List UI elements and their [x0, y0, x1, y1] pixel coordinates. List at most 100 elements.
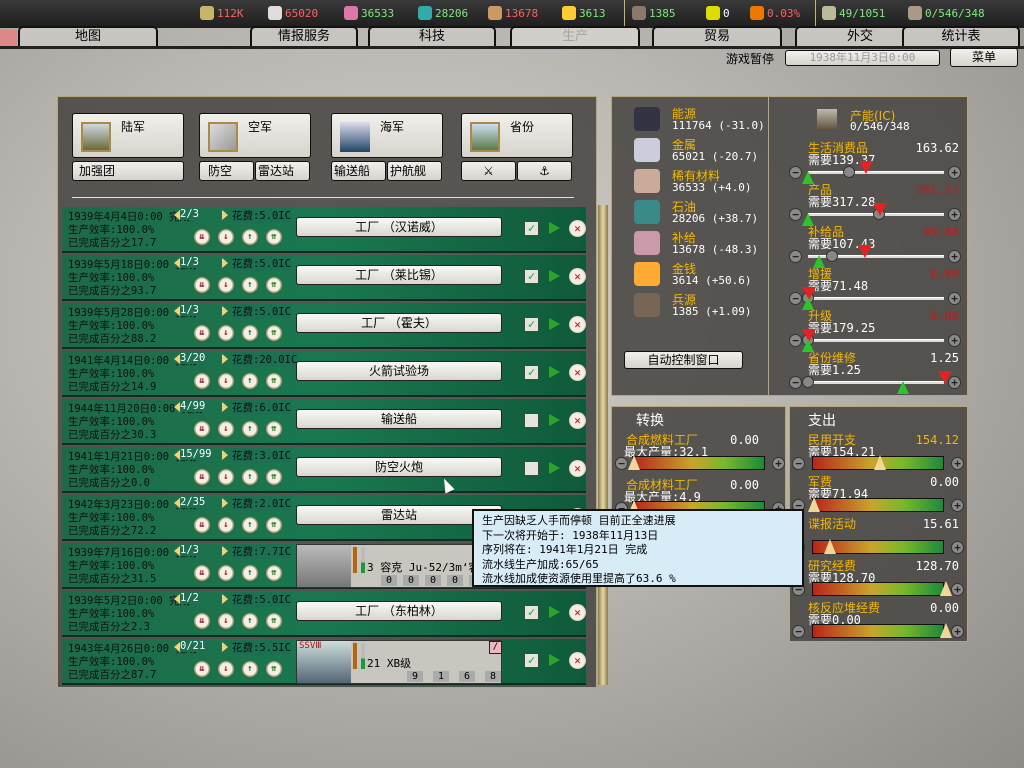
production-item-button[interactable]: 防空火炮 — [296, 457, 502, 477]
tab-4[interactable]: 贸易 — [652, 26, 782, 47]
navy-category-button[interactable]: 海军 — [331, 113, 443, 158]
plus-button[interactable]: + — [948, 292, 961, 305]
increase-arrow-icon[interactable] — [222, 402, 228, 412]
tab-0[interactable]: 地图 — [18, 26, 158, 47]
increase-arrow-icon[interactable] — [222, 210, 228, 220]
play-icon[interactable] — [549, 318, 560, 330]
increase-arrow-icon[interactable] — [222, 450, 228, 460]
repeat-checkbox[interactable] — [524, 413, 539, 428]
move-down-icon[interactable]: ↓ — [218, 661, 234, 677]
move-up-icon[interactable]: ↑ — [242, 325, 258, 341]
move-bottom-icon[interactable]: ⇊ — [194, 469, 210, 485]
cancel-icon[interactable]: ✕ — [569, 364, 586, 381]
move-down-icon[interactable]: ↓ — [218, 421, 234, 437]
aa-button[interactable]: 防空 — [199, 161, 254, 181]
slider-track[interactable] — [808, 381, 944, 384]
move-top-icon[interactable]: ⇈ — [266, 277, 282, 293]
move-up-icon[interactable]: ↑ — [242, 565, 258, 581]
play-icon[interactable] — [549, 270, 560, 282]
minus-button[interactable]: − — [789, 250, 802, 263]
production-item-button[interactable]: 输送船 — [296, 409, 502, 429]
move-top-icon[interactable]: ⇈ — [266, 421, 282, 437]
decrease-arrow-icon[interactable] — [174, 306, 180, 316]
slider-handle[interactable] — [802, 376, 814, 388]
spending-bar[interactable] — [812, 582, 944, 596]
decrease-arrow-icon[interactable] — [174, 594, 180, 604]
tab-2[interactable]: 科技 — [368, 26, 496, 47]
minus-button[interactable]: − — [789, 334, 802, 347]
move-up-icon[interactable]: ↑ — [242, 469, 258, 485]
cancel-icon[interactable]: ✕ — [569, 652, 586, 669]
move-top-icon[interactable]: ⇈ — [266, 661, 282, 677]
tab-1[interactable]: 情报服务 — [250, 26, 358, 47]
decrease-arrow-icon[interactable] — [174, 354, 180, 364]
increase-arrow-icon[interactable] — [222, 306, 228, 316]
decrease-arrow-icon[interactable] — [174, 450, 180, 460]
move-down-icon[interactable]: ↓ — [218, 229, 234, 245]
escort-button[interactable]: 护航舰 — [387, 161, 442, 181]
move-top-icon[interactable]: ⇈ — [266, 325, 282, 341]
production-item-button[interactable]: 工厂 （东柏林） — [296, 601, 502, 621]
unit-card[interactable]: SSVⅢ 21 XB级 9 1 6 8 / — [296, 640, 502, 684]
minus-button[interactable]: − — [615, 457, 628, 470]
move-top-icon[interactable]: ⇈ — [266, 373, 282, 389]
play-icon[interactable] — [549, 222, 560, 234]
move-down-icon[interactable]: ↓ — [218, 565, 234, 581]
move-bottom-icon[interactable]: ⇊ — [194, 373, 210, 389]
radar-button[interactable]: 雷达站 — [255, 161, 310, 181]
move-bottom-icon[interactable]: ⇊ — [194, 277, 210, 293]
move-up-icon[interactable]: ↑ — [242, 277, 258, 293]
play-icon[interactable] — [549, 414, 560, 426]
move-down-icon[interactable]: ↓ — [218, 469, 234, 485]
move-top-icon[interactable]: ⇈ — [266, 613, 282, 629]
cancel-icon[interactable]: ✕ — [569, 268, 586, 285]
decrease-arrow-icon[interactable] — [174, 210, 180, 220]
play-icon[interactable] — [549, 654, 560, 666]
spending-marker[interactable] — [874, 455, 886, 470]
auto-control-button[interactable]: 自动控制窗口 — [624, 351, 743, 369]
plus-button[interactable]: + — [951, 457, 964, 470]
queue-scrollbar[interactable] — [598, 205, 608, 685]
repeat-checkbox[interactable] — [524, 461, 539, 476]
play-icon[interactable] — [549, 462, 560, 474]
repeat-checkbox[interactable]: ✓ — [524, 221, 539, 236]
minus-button[interactable]: − — [789, 166, 802, 179]
move-up-icon[interactable]: ↑ — [242, 661, 258, 677]
plus-button[interactable]: + — [948, 334, 961, 347]
move-down-icon[interactable]: ↓ — [218, 517, 234, 533]
play-icon[interactable] — [549, 366, 560, 378]
brigade-button[interactable]: 加强团 — [72, 161, 184, 181]
cancel-icon[interactable]: ✕ — [569, 604, 586, 621]
move-bottom-icon[interactable]: ⇊ — [194, 325, 210, 341]
edit-icon[interactable]: / — [489, 641, 502, 654]
decrease-arrow-icon[interactable] — [174, 498, 180, 508]
increase-arrow-icon[interactable] — [222, 354, 228, 364]
tab-3[interactable]: 生产 — [510, 26, 640, 48]
decrease-arrow-icon[interactable] — [174, 546, 180, 556]
increase-arrow-icon[interactable] — [222, 258, 228, 268]
army-category-button[interactable]: 陆军 — [72, 113, 184, 158]
minus-button[interactable]: − — [789, 292, 802, 305]
decrease-arrow-icon[interactable] — [174, 642, 180, 652]
cancel-icon[interactable]: ✕ — [569, 412, 586, 429]
move-up-icon[interactable]: ↑ — [242, 613, 258, 629]
plus-button[interactable]: + — [948, 166, 961, 179]
move-up-icon[interactable]: ↑ — [242, 517, 258, 533]
increase-arrow-icon[interactable] — [222, 642, 228, 652]
move-top-icon[interactable]: ⇈ — [266, 517, 282, 533]
increase-arrow-icon[interactable] — [222, 546, 228, 556]
move-bottom-icon[interactable]: ⇊ — [194, 565, 210, 581]
decrease-arrow-icon[interactable] — [174, 402, 180, 412]
air-category-button[interactable]: 空军 — [199, 113, 311, 158]
menu-button[interactable]: 菜单 — [950, 48, 1018, 67]
move-top-icon[interactable]: ⇈ — [266, 229, 282, 245]
plus-button[interactable]: + — [951, 541, 964, 554]
repeat-checkbox[interactable]: ✓ — [524, 269, 539, 284]
move-down-icon[interactable]: ↓ — [218, 613, 234, 629]
slider-track[interactable] — [808, 171, 944, 174]
move-down-icon[interactable]: ↓ — [218, 277, 234, 293]
plus-button[interactable]: + — [948, 208, 961, 221]
minus-button[interactable]: − — [792, 457, 805, 470]
minus-button[interactable]: − — [792, 625, 805, 638]
cancel-icon[interactable]: ✕ — [569, 460, 586, 477]
